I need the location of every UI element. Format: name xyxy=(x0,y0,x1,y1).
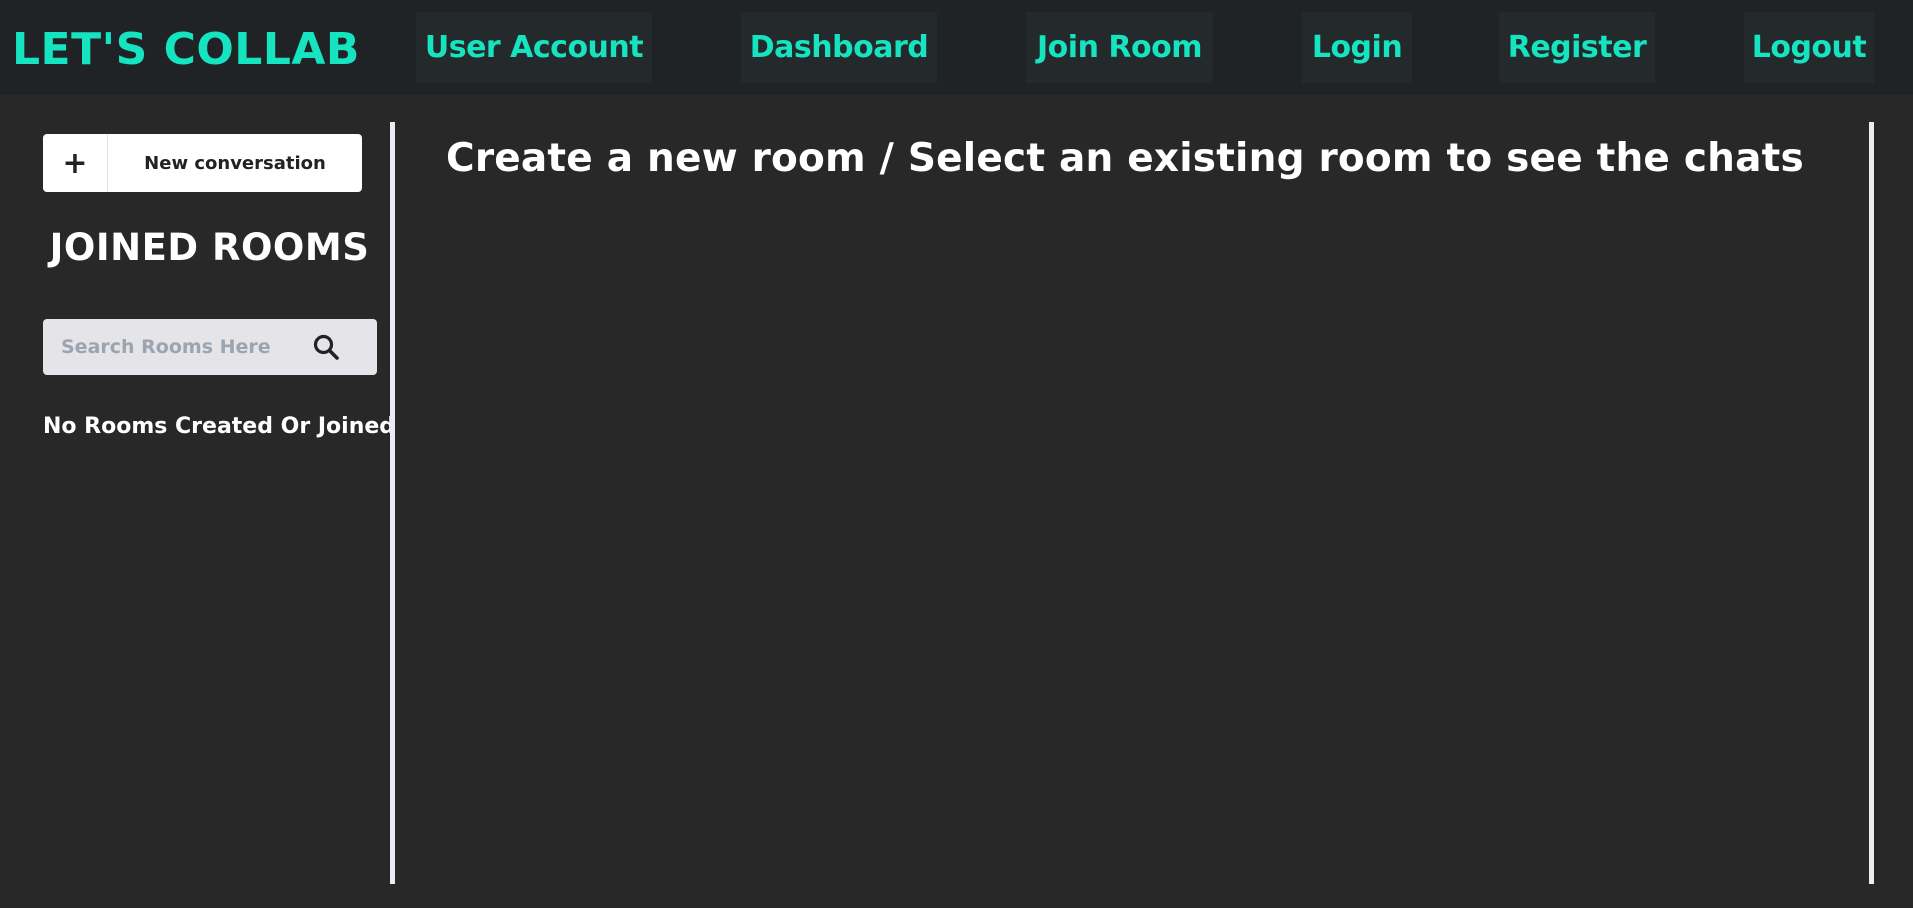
nav-logout-link[interactable]: Logout xyxy=(1744,12,1874,83)
plus-icon: + xyxy=(43,134,108,192)
top-navbar: LET'S COLLAB User Account Dashboard Join… xyxy=(0,0,1913,95)
main-placeholder-heading: Create a new room / Select an existing r… xyxy=(446,136,1804,181)
nav-join-room-link[interactable]: Join Room xyxy=(1026,12,1213,83)
nav-register-link[interactable]: Register xyxy=(1499,12,1655,83)
nav-login-link[interactable]: Login xyxy=(1302,12,1412,83)
search-icon[interactable] xyxy=(311,332,341,362)
sidebar-divider xyxy=(390,122,395,884)
new-conversation-label: New conversation xyxy=(144,152,326,174)
empty-rooms-message: No Rooms Created Or Joined xyxy=(43,414,396,439)
nav-dashboard-link[interactable]: Dashboard xyxy=(741,12,937,83)
right-divider xyxy=(1869,122,1874,884)
new-conversation-button[interactable]: + New conversation xyxy=(43,134,362,192)
brand-logo[interactable]: LET'S COLLAB xyxy=(12,24,360,75)
joined-rooms-heading: JOINED ROOMS xyxy=(49,226,370,269)
app-root: LET'S COLLAB User Account Dashboard Join… xyxy=(0,0,1913,908)
nav-user-account-link[interactable]: User Account xyxy=(416,12,652,83)
room-search-input[interactable] xyxy=(61,319,301,375)
